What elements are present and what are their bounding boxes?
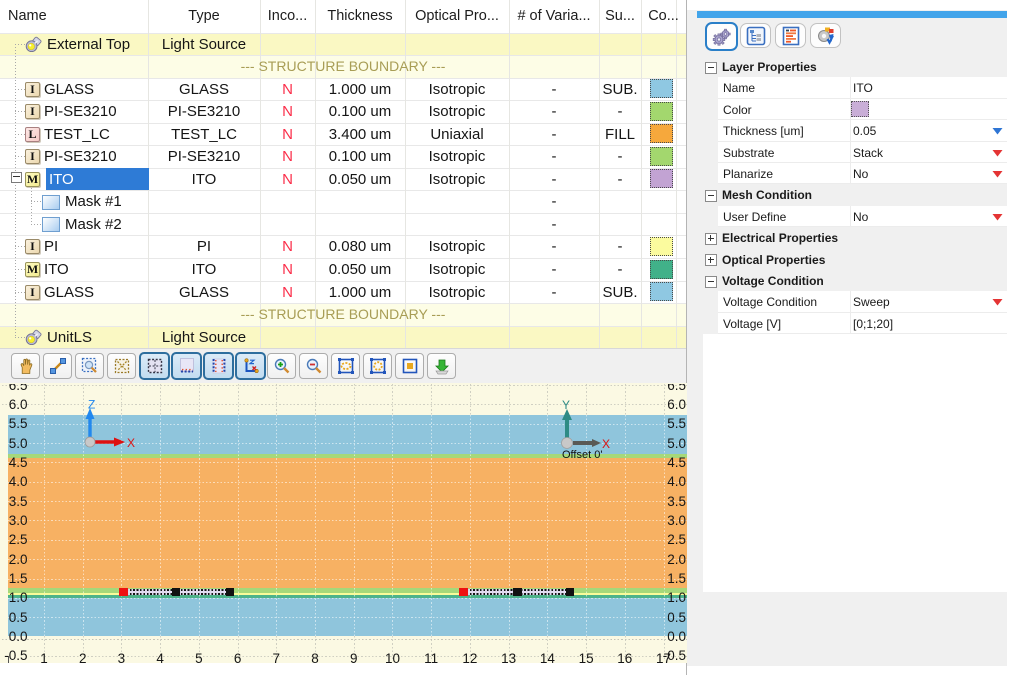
svg-text:Y: Y	[562, 398, 570, 412]
svg-text:Z: Z	[88, 398, 95, 412]
svg-text:X: X	[127, 436, 135, 450]
